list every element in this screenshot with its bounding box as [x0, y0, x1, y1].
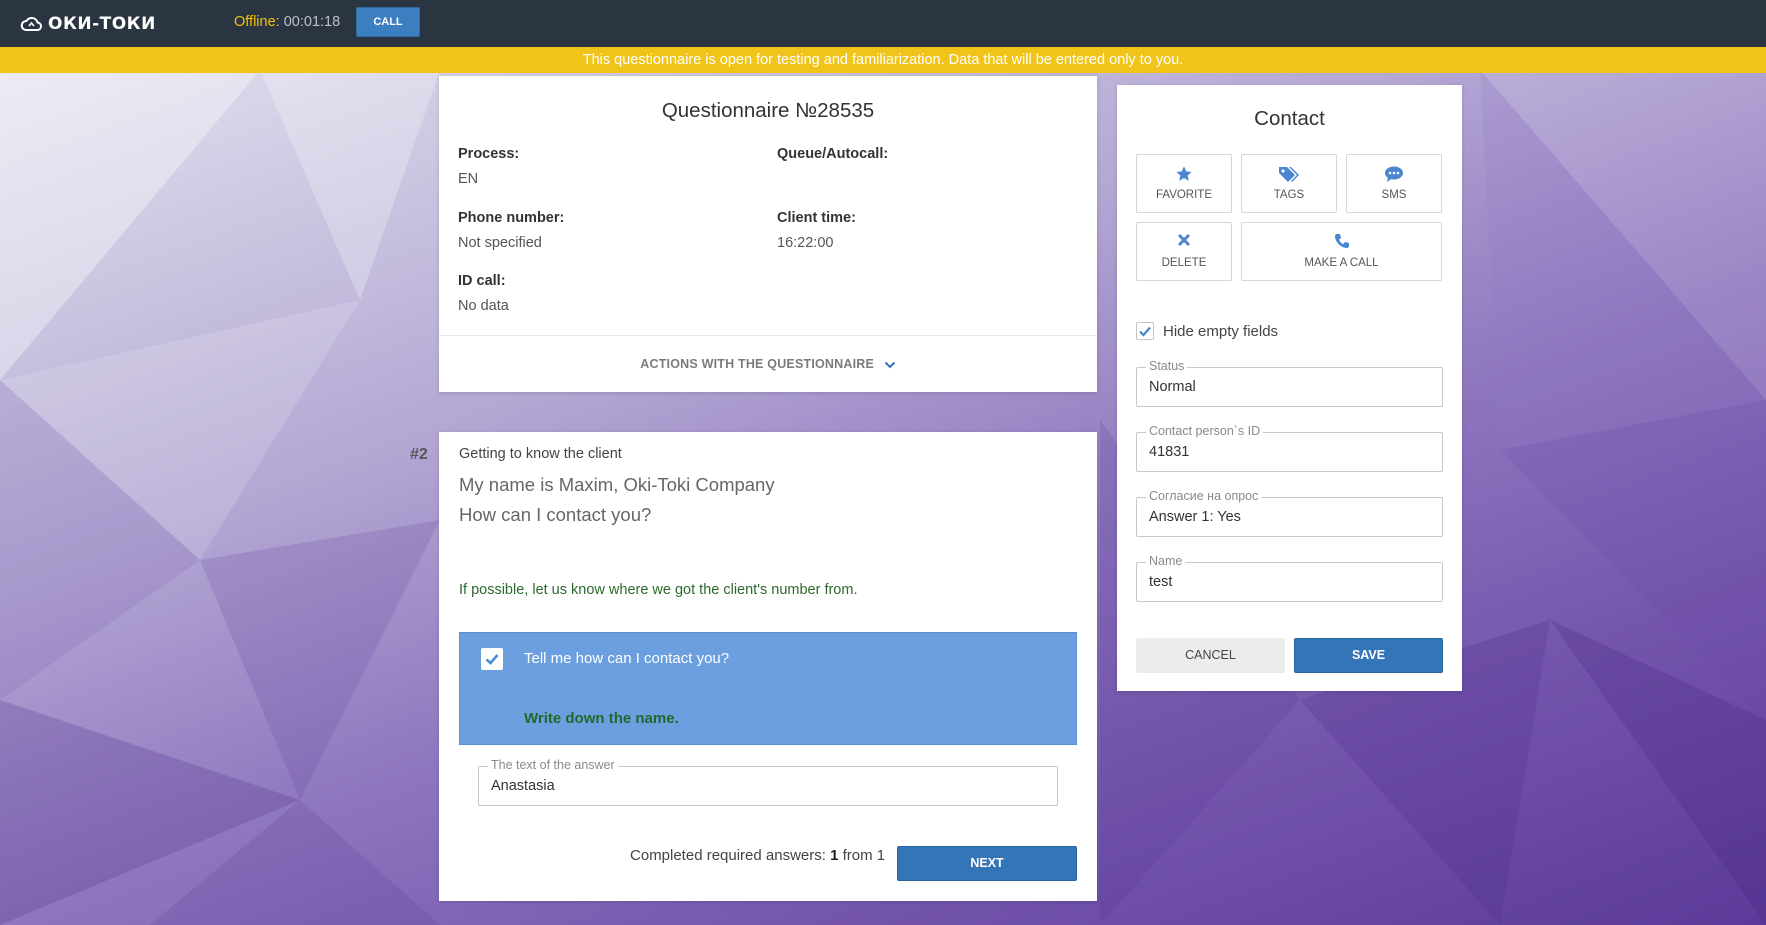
name-label: Name: [1146, 554, 1186, 568]
answer-text-label: The text of the answer: [488, 758, 618, 772]
questionnaire-title: Questionnaire №28535: [661, 99, 875, 122]
consent-label: Согласие на опрос: [1146, 489, 1262, 503]
phone-field: Phone number: Not specified: [458, 210, 564, 251]
status-field[interactable]: Status Normal: [1136, 359, 1443, 407]
contact-id-label: Contact person`s ID: [1146, 424, 1264, 438]
id-call-value: No data: [458, 298, 509, 314]
make-call-label: MAKE A CALL: [1304, 257, 1379, 269]
next-button[interactable]: NEXT: [897, 846, 1077, 881]
status-value: Normal: [1149, 379, 1196, 395]
question-card: Getting to know the client My name is Ma…: [439, 432, 1097, 901]
tags-label: TAGS: [1273, 189, 1305, 201]
contact-title: Contact: [1254, 107, 1325, 130]
chat-bubble-icon: [1385, 166, 1403, 182]
completed-count: 1: [830, 847, 839, 864]
client-time-field: Client time: 16:22:00: [777, 210, 856, 251]
answer-checkbox[interactable]: [481, 648, 503, 670]
contact-id-value: 41831: [1149, 444, 1190, 460]
actions-dropdown[interactable]: ACTIONS WITH THE QUESTIONNAIRE: [439, 357, 1097, 371]
checkmark-icon: [485, 654, 499, 665]
queue-field: Queue/Autocall:: [777, 146, 888, 171]
chevron-down-icon: [884, 361, 895, 369]
cancel-button[interactable]: CANCEL: [1136, 638, 1285, 673]
client-time-label: Client time:: [777, 210, 856, 226]
hide-empty-label: Hide empty fields: [1163, 322, 1279, 340]
divider: [439, 335, 1097, 336]
cloud-logo-icon: [20, 16, 42, 31]
status-label: Status: [1146, 359, 1188, 373]
answer-option[interactable]: Tell me how can I contact you? Write dow…: [459, 632, 1077, 745]
favorite-label: FAVORITE: [1155, 189, 1213, 201]
answer-instruction: Write down the name.: [524, 710, 679, 727]
question-hint: If possible, let us know where we got th…: [459, 582, 858, 598]
phone-value: Not specified: [458, 235, 542, 251]
top-bar: ОКИ-ТОКИ Offline: 00:01:18 CALL: [0, 0, 1766, 47]
process-label: Process:: [458, 146, 520, 162]
question-text-line2: How can I contact you?: [459, 504, 652, 525]
save-button[interactable]: SAVE: [1294, 638, 1443, 673]
hide-empty-toggle[interactable]: Hide empty fields: [1136, 322, 1278, 340]
queue-label: Queue/Autocall:: [777, 146, 889, 162]
answer-text-value: Anastasia: [491, 778, 555, 794]
questionnaire-info-card: Questionnaire №28535 Process: EN Queue/A…: [439, 76, 1097, 392]
name-field[interactable]: Name test: [1136, 554, 1443, 602]
contact-card: Contact FAVORITE TAGS SMS DELETE MAKE A: [1117, 85, 1462, 691]
completed-suffix: from 1: [842, 847, 886, 864]
test-mode-banner: This questionnaire is open for testing a…: [0, 47, 1766, 73]
tags-button[interactable]: TAGS: [1241, 154, 1337, 213]
sms-label: SMS: [1381, 189, 1407, 201]
actions-label: ACTIONS WITH THE QUESTIONNAIRE: [640, 357, 875, 371]
consent-field[interactable]: Согласие на опрос Answer 1: Yes: [1136, 489, 1443, 537]
sms-button[interactable]: SMS: [1346, 154, 1442, 213]
answer-option-label: Tell me how can I contact you?: [524, 650, 730, 667]
process-field: Process: EN: [458, 146, 519, 187]
offline-time: 00:01:18: [283, 14, 341, 30]
id-call-label: ID call:: [458, 273, 506, 289]
consent-value: Answer 1: Yes: [1149, 509, 1241, 525]
favorite-button[interactable]: FAVORITE: [1136, 154, 1232, 213]
offline-label: Offline:: [234, 14, 280, 30]
close-icon: [1177, 233, 1191, 247]
delete-label: DELETE: [1161, 257, 1207, 269]
make-call-button[interactable]: MAKE A CALL: [1241, 222, 1442, 281]
delete-button[interactable]: DELETE: [1136, 222, 1232, 281]
logo[interactable]: ОКИ-ТОКИ: [20, 14, 156, 34]
client-time-value: 16:22:00: [777, 235, 834, 251]
question-number: #2: [410, 446, 428, 463]
contact-id-field[interactable]: Contact person`s ID 41831: [1136, 424, 1443, 472]
call-button[interactable]: CALL: [356, 7, 420, 37]
hide-empty-checkbox[interactable]: [1136, 322, 1154, 340]
phone-label: Phone number:: [458, 210, 565, 226]
checkmark-icon: [1139, 326, 1151, 337]
answer-text-input[interactable]: The text of the answer Anastasia: [478, 758, 1058, 806]
logo-text: ОКИ-ТОКИ: [48, 13, 156, 34]
name-value: test: [1149, 574, 1173, 590]
question-text-line1: My name is Maxim, Oki-Toki Company: [459, 474, 775, 495]
tags-icon: [1279, 167, 1299, 182]
completed-answers: Completed required answers: 1 from 1: [630, 847, 885, 864]
phone-icon: [1334, 234, 1349, 248]
id-call-field: ID call: No data: [458, 273, 509, 314]
completed-prefix: Completed required answers:: [630, 847, 826, 864]
process-value: EN: [458, 171, 479, 187]
question-section: Getting to know the client: [459, 446, 622, 462]
star-icon: [1176, 166, 1192, 181]
offline-timer: Offline: 00:01:18: [234, 14, 340, 30]
